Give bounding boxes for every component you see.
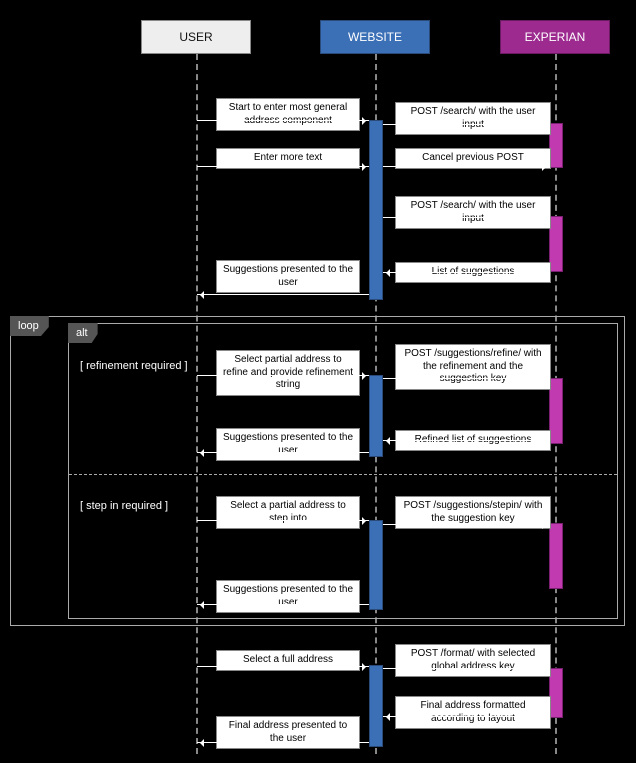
arrow-m1: [197, 120, 369, 121]
fragment-alt-label: alt: [68, 323, 98, 343]
activation-experian-2: [549, 216, 563, 272]
activation-experian-5: [549, 668, 563, 718]
msg-select-stepin: Select a partial address to step into: [216, 496, 360, 529]
arrow-m10: [383, 440, 549, 441]
msg-post-search-1: POST /search/ with the user input: [395, 102, 551, 135]
arrow-m7: [197, 294, 369, 295]
msg-post-search-2: POST /search/ with the user input: [395, 196, 551, 229]
participant-user: USER: [141, 20, 251, 54]
arrow-m16: [383, 668, 549, 669]
arrow-m4: [383, 166, 549, 167]
msg-suggestions-2: Suggestions presented to the user: [216, 428, 360, 461]
activation-website-4: [369, 665, 383, 747]
msg-post-refine: POST /suggestions/refine/ with the refin…: [395, 344, 551, 390]
arrow-m11: [197, 452, 369, 453]
fragment-alt-divider: [69, 474, 617, 475]
activation-experian-1: [549, 123, 563, 168]
fragment-loop-label: loop: [10, 316, 49, 336]
arrow-m12: [197, 520, 369, 521]
arrow-m9: [383, 378, 549, 379]
msg-suggestions-3: Suggestions presented to the user: [216, 580, 360, 613]
msg-post-format: POST /format/ with selected global addre…: [395, 644, 551, 677]
msg-final-presented: Final address presented to the user: [216, 716, 360, 749]
msg-select-full: Select a full address: [216, 650, 360, 671]
participant-website: WEBSITE: [320, 20, 430, 54]
arrow-m15: [197, 666, 369, 667]
arrow-m17: [383, 716, 549, 717]
arrow-m8: [197, 375, 369, 376]
arrow-m3: [197, 166, 369, 167]
guard-refinement: [ refinement required ]: [80, 360, 188, 372]
msg-select-refine: Select partial address to refine and pro…: [216, 350, 360, 396]
arrow-m6: [383, 272, 549, 273]
msg-suggestions-1: Suggestions presented to the user: [216, 260, 360, 293]
activation-website-1: [369, 120, 383, 300]
arrow-m13: [383, 524, 549, 525]
arrow-m2: [383, 124, 549, 125]
arrow-m18: [197, 742, 369, 743]
participant-experian: EXPERIAN: [500, 20, 610, 54]
msg-enter-general: Start to enter most general address comp…: [216, 98, 360, 131]
msg-formatted: Final address formatted according to lay…: [395, 696, 551, 729]
guard-stepin: [ step in required ]: [80, 500, 168, 512]
arrow-m5: [383, 217, 549, 218]
arrow-m14: [197, 604, 369, 605]
